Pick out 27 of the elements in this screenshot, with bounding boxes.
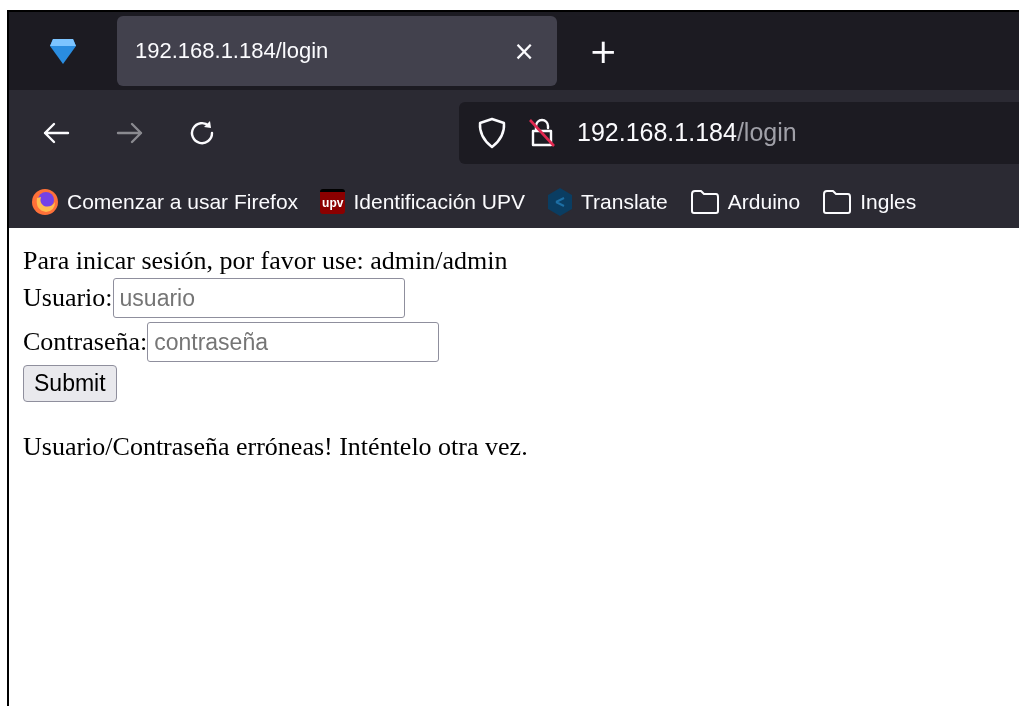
bookmark-item[interactable]: upv Identificación UPV <box>320 189 526 214</box>
field-label: Contraseña: <box>23 327 148 357</box>
folder-icon <box>822 188 853 215</box>
diamond-icon <box>49 36 77 66</box>
input-field[interactable]: usuario <box>112 278 405 318</box>
crossed-lock-icon[interactable] <box>527 116 557 149</box>
firefox-logo-icon <box>31 187 59 216</box>
browser-tab[interactable]: 192.168.1.184/login × <box>117 16 557 86</box>
address-bar[interactable]: 192.168.1.184/login <box>459 101 1019 164</box>
input-field[interactable]: contraseña <box>147 322 440 362</box>
error-message: Usuario/Contraseña erróneas! Inténtelo otra vez. <box>23 432 529 462</box>
shield-icon[interactable] <box>477 116 507 149</box>
bookmark-item[interactable]: Translate <box>547 186 668 217</box>
translate-logo-icon <box>547 186 574 217</box>
bookmark-item[interactable]: Arduino <box>689 188 801 215</box>
url-host: 192.168.1.184 <box>577 118 737 147</box>
field-label: Usuario: <box>23 283 113 313</box>
new-tab-button[interactable]: + <box>583 31 624 71</box>
tab-title: 192.168.1.184/login <box>135 38 329 64</box>
close-tab-button[interactable]: × <box>509 36 539 66</box>
url-path: /login <box>736 118 797 147</box>
submit-button[interactable]: Submit <box>23 365 117 402</box>
login-hint: Para inicar sesión, por favor use: admin/admin <box>23 246 508 276</box>
bookmark-item[interactable]: Comenzar a usar Firefox <box>31 187 299 216</box>
folder-icon <box>689 188 720 215</box>
bookmark-badge: upv <box>320 189 346 214</box>
bookmark-item[interactable]: Ingles <box>822 188 917 215</box>
